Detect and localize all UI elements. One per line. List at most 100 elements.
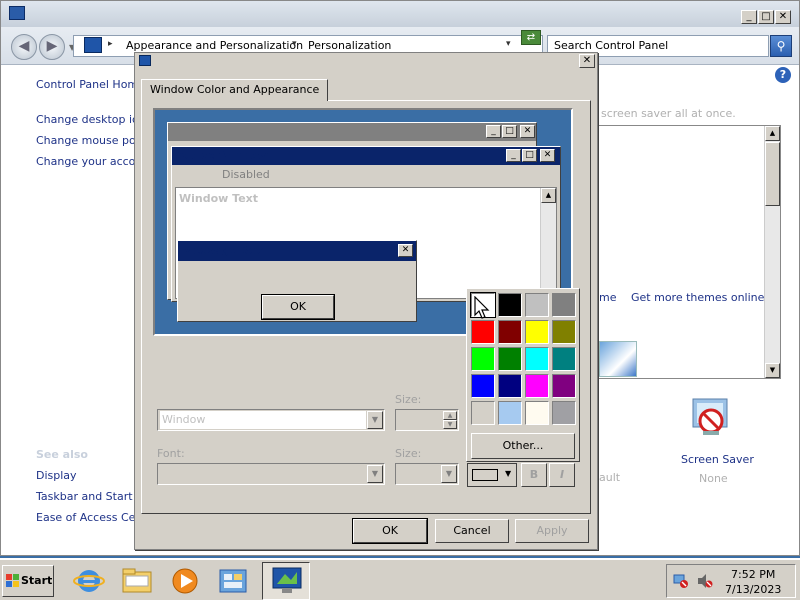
color-swatch[interactable] [552, 401, 576, 425]
forward-button[interactable]: ▶ [39, 34, 65, 60]
color-swatch[interactable] [471, 320, 495, 344]
clock-time[interactable]: 7:52 PM [731, 568, 775, 581]
media-player-icon[interactable] [168, 564, 202, 598]
preview-message-box[interactable]: Message Box ✕ OK [177, 240, 417, 322]
color-swatch[interactable] [498, 347, 522, 371]
screen-saver-icon[interactable] [687, 397, 735, 443]
active-window-title: Active Window [176, 149, 268, 162]
preview-scrollbar[interactable]: ▲ [540, 188, 556, 298]
message-box-title: Message Box [182, 244, 264, 257]
personalization-icon [272, 567, 302, 593]
inactive-titlebar[interactable]: _ □ ✕ [168, 123, 536, 141]
dialog-close-button[interactable]: ✕ [579, 54, 595, 68]
start-button[interactable]: Start [2, 565, 54, 597]
color-swatch[interactable] [525, 374, 549, 398]
color-swatch[interactable] [498, 320, 522, 344]
color-swatch[interactable] [498, 401, 522, 425]
color-swatch[interactable] [498, 374, 522, 398]
change-mouse-pointers-link[interactable]: Change mouse point [36, 134, 150, 147]
clock-date[interactable]: 7/13/2023 [725, 583, 781, 596]
scroll-up-icon: ▲ [541, 188, 556, 203]
control-panel-icon[interactable] [216, 564, 250, 598]
volume-muted-icon[interactable] [697, 573, 713, 589]
breadcrumb-personalization[interactable]: Personalization [308, 39, 391, 52]
get-more-themes-link[interactable]: Get more themes online [631, 291, 764, 304]
active-titlebar[interactable]: Active Window _ □ ✕ [172, 147, 560, 165]
font-value [160, 465, 366, 483]
maximize-button[interactable]: □ [758, 10, 774, 24]
color-swatch[interactable] [471, 374, 495, 398]
italic-button[interactable]: I [549, 463, 575, 487]
color-swatch[interactable] [552, 374, 576, 398]
change-desktop-icons-link[interactable]: Change desktop icor [36, 113, 149, 126]
windows-logo-icon [6, 574, 19, 587]
item-dropdown[interactable]: Window ▼ [157, 409, 385, 431]
spin-down-icon[interactable]: ▼ [443, 420, 457, 429]
preview-ok-button[interactable]: OK [261, 294, 335, 320]
theme-thumbnail[interactable] [599, 341, 637, 377]
theme-link[interactable]: me [599, 291, 616, 304]
tab-window-color-appearance[interactable]: Window Color and Appearance [141, 79, 329, 101]
color-swatch[interactable] [552, 347, 576, 371]
taskbar-active-window[interactable] [262, 562, 310, 600]
color-swatch[interactable] [498, 293, 522, 317]
themes-scrollbar[interactable]: ▲ ▼ [764, 126, 780, 378]
color-swatch[interactable] [525, 401, 549, 425]
apply-button[interactable]: Apply [515, 519, 589, 543]
control-panel-icon [84, 37, 102, 53]
spin-up-icon[interactable]: ▲ [443, 411, 457, 420]
font-size-label: Size: [395, 447, 422, 460]
preview-minimize-icon: _ [486, 125, 501, 138]
chevron-down-icon[interactable]: ▼ [367, 411, 383, 429]
breadcrumb-appearance[interactable]: Appearance and Personalization [126, 39, 303, 52]
preview-minimize-icon: _ [506, 149, 521, 162]
search-icon[interactable]: ⚲ [770, 35, 792, 57]
color-swatch[interactable] [525, 320, 549, 344]
item-size-stepper[interactable]: ▲ ▼ [395, 409, 459, 431]
address-dropdown-icon[interactable]: ▾ [506, 39, 511, 49]
refresh-icon[interactable]: ⇄ [521, 30, 541, 45]
menu-normal[interactable]: Normal [178, 168, 218, 181]
help-icon[interactable]: ? [775, 67, 791, 83]
font-size-dropdown[interactable]: ▼ [395, 463, 459, 485]
scroll-down-icon[interactable]: ▼ [765, 363, 780, 378]
internet-explorer-icon[interactable] [72, 564, 106, 598]
cancel-button[interactable]: Cancel [435, 519, 509, 543]
change-account-picture-link[interactable]: Change your accour [36, 155, 147, 168]
taskbar-start-menu-link[interactable]: Taskbar and Start M [36, 490, 146, 503]
color-swatch[interactable] [525, 347, 549, 371]
size-label: Size: [395, 393, 422, 406]
chevron-down-icon[interactable]: ▼ [367, 465, 383, 483]
font-dropdown[interactable]: ▼ [157, 463, 385, 485]
bold-button[interactable]: B [521, 463, 547, 487]
display-link[interactable]: Display [36, 469, 77, 482]
network-icon[interactable] [673, 573, 689, 589]
item-value: Window [160, 411, 366, 429]
ok-button[interactable]: OK [352, 518, 428, 544]
preview-menu-bar[interactable]: Normal Disabled [172, 165, 560, 183]
color-swatch[interactable] [471, 401, 495, 425]
dialog-titlebar: ✕ [135, 53, 597, 69]
font-color-button[interactable]: ▼ [467, 463, 517, 487]
control-panel-icon [9, 6, 25, 20]
back-button[interactable]: ◀ [11, 34, 37, 60]
file-explorer-icon[interactable] [120, 564, 154, 598]
control-panel-home-link[interactable]: Control Panel Home [36, 78, 145, 91]
menu-disabled[interactable]: Disabled [222, 168, 270, 181]
screen-saver-link[interactable]: Screen Saver [681, 453, 754, 466]
chevron-down-icon[interactable]: ▾ [292, 39, 297, 49]
color-swatch[interactable] [552, 293, 576, 317]
color-swatch[interactable] [525, 293, 549, 317]
minimize-button[interactable]: _ [741, 10, 757, 24]
close-button[interactable]: ✕ [775, 10, 791, 24]
message-box-titlebar[interactable]: Message Box ✕ [178, 241, 416, 261]
color-swatch[interactable] [471, 347, 495, 371]
scroll-up-icon[interactable]: ▲ [765, 126, 780, 141]
scroll-thumb[interactable] [765, 142, 780, 206]
other-colors-button[interactable]: Other... [471, 433, 575, 459]
color-swatch[interactable] [552, 320, 576, 344]
ease-of-access-link[interactable]: Ease of Access Cent [36, 511, 147, 524]
chevron-right-icon[interactable]: ▸ [108, 39, 113, 49]
chevron-down-icon[interactable]: ▼ [441, 465, 457, 483]
mouse-pointer-icon [474, 296, 490, 319]
